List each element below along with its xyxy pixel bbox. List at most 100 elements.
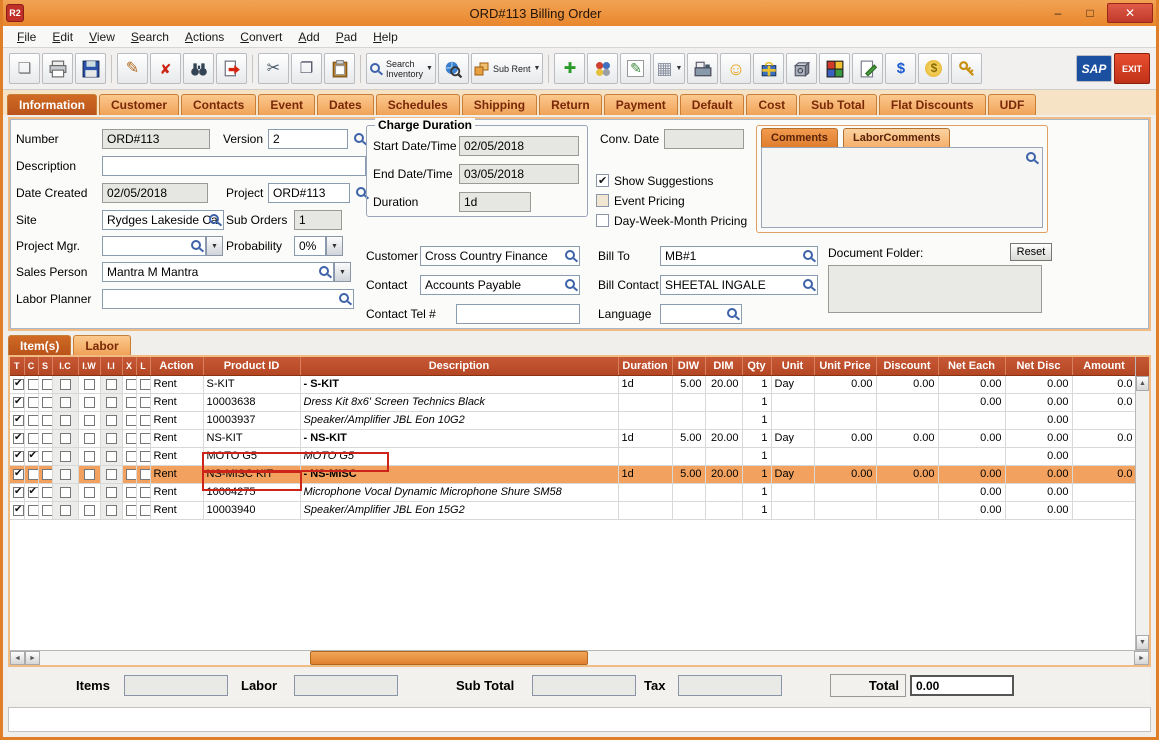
checkbox-x[interactable] <box>126 487 137 498</box>
tab-sub-total[interactable]: Sub Total <box>799 94 877 115</box>
checkbox-ii[interactable] <box>106 487 117 498</box>
cell-description[interactable]: Speaker/Amplifier JBL Eon 10G2 <box>300 411 618 429</box>
version-search-icon[interactable] <box>353 132 367 146</box>
tab-dates[interactable]: Dates <box>317 94 374 115</box>
cell-unit-price[interactable] <box>814 393 876 411</box>
cell-qty[interactable]: 1 <box>742 411 771 429</box>
checkbox-l[interactable] <box>140 487 151 498</box>
table-row[interactable]: RentMOTO G5MOTO G510.00 <box>10 447 1135 465</box>
cell-description[interactable]: Microphone Vocal Dynamic Microphone Shur… <box>300 483 618 501</box>
export-button[interactable] <box>216 53 247 84</box>
cell-description[interactable]: MOTO G5 <box>300 447 618 465</box>
cell-diw[interactable] <box>672 501 705 519</box>
checkbox-ii[interactable] <box>106 397 117 408</box>
cell-diw[interactable]: 5.00 <box>672 375 705 393</box>
col-product-id[interactable]: Product ID <box>203 357 300 375</box>
checkbox-ii[interactable] <box>106 415 117 426</box>
horizontal-scroll-track[interactable] <box>40 651 1134 665</box>
checkbox-x[interactable] <box>126 415 137 426</box>
exit-button[interactable]: EXIT <box>1114 53 1150 84</box>
scroll-up-button[interactable]: ▲ <box>1136 376 1149 391</box>
cell-amount[interactable]: 0.0 <box>1072 429 1135 447</box>
cell-net-each[interactable]: 0.00 <box>938 483 1005 501</box>
billing-button[interactable]: $ <box>885 53 916 84</box>
print-button[interactable] <box>42 53 73 84</box>
cell-qty[interactable]: 1 <box>742 483 771 501</box>
checkbox-c[interactable] <box>28 505 39 516</box>
save-button[interactable] <box>75 53 106 84</box>
cell-description[interactable]: Dress Kit 8x6' Screen Technics Black <box>300 393 618 411</box>
bill-contact-field[interactable]: SHEETAL INGALE <box>660 275 818 295</box>
col-l[interactable]: L <box>136 357 150 375</box>
cell-qty[interactable]: 1 <box>742 375 771 393</box>
cell-discount[interactable] <box>876 501 938 519</box>
tax-field[interactable] <box>678 675 782 696</box>
cell-action[interactable]: Rent <box>150 483 203 501</box>
cell-unit-price[interactable] <box>814 447 876 465</box>
cell-net-disc[interactable]: 0.00 <box>1005 393 1072 411</box>
checkbox-s[interactable] <box>42 451 53 462</box>
project-mgr-dropdown[interactable]: ▼ <box>206 236 223 256</box>
cell-diw[interactable] <box>672 393 705 411</box>
site-search-icon[interactable] <box>208 213 222 227</box>
comments-textarea[interactable] <box>761 147 1043 228</box>
customer-field[interactable]: Cross Country Finance <box>420 246 580 266</box>
checkbox-s[interactable] <box>42 505 53 516</box>
cell-qty[interactable]: 1 <box>742 429 771 447</box>
checkbox-c[interactable] <box>28 397 39 408</box>
col-net-disc[interactable]: Net Disc <box>1005 357 1072 375</box>
project-mgr-field[interactable] <box>102 236 206 256</box>
number-field[interactable]: ORD#113 <box>102 129 210 149</box>
tab-udf[interactable]: UDF <box>988 94 1037 115</box>
cell-product-id[interactable]: 10004275 <box>203 483 300 501</box>
checkbox-s[interactable] <box>42 379 53 390</box>
contact-tel-field[interactable] <box>456 304 580 324</box>
contact-search-icon[interactable] <box>564 278 578 292</box>
checkbox-ic[interactable] <box>60 505 71 516</box>
checkbox-c[interactable] <box>28 379 39 390</box>
start-date-field[interactable]: 02/05/2018 <box>459 136 579 156</box>
table-row[interactable]: RentNS-MISC KIT- NS-MISC1d5.0020.001Day0… <box>10 465 1135 483</box>
tab-default[interactable]: Default <box>680 94 745 115</box>
end-date-field[interactable]: 03/05/2018 <box>459 164 579 184</box>
cell-unit[interactable] <box>771 501 814 519</box>
tab-customer[interactable]: Customer <box>99 94 179 115</box>
checkbox-c[interactable] <box>28 469 39 480</box>
document-folder-box[interactable] <box>828 265 1042 313</box>
menu-convert[interactable]: Convert <box>232 30 290 44</box>
menu-edit[interactable]: Edit <box>44 30 81 44</box>
date-created-field[interactable]: 02/05/2018 <box>102 183 208 203</box>
scroll-down-button[interactable]: ▼ <box>1136 635 1149 650</box>
bill-contact-search-icon[interactable] <box>802 278 816 292</box>
cell-qty[interactable]: 1 <box>742 447 771 465</box>
chevron-down-icon[interactable]: ▼ <box>676 65 683 72</box>
cell-diw[interactable]: 5.00 <box>672 429 705 447</box>
cell-diw[interactable] <box>672 411 705 429</box>
col-s[interactable]: S <box>38 357 52 375</box>
checkbox-c[interactable] <box>28 433 39 444</box>
cell-action[interactable]: Rent <box>150 411 203 429</box>
feedback-button[interactable]: ☺ <box>720 53 751 84</box>
cell-action[interactable]: Rent <box>150 375 203 393</box>
checkbox-x[interactable] <box>126 433 137 444</box>
grid-view-button[interactable]: ▦▼ <box>653 53 685 84</box>
cell-product-id[interactable]: 10003638 <box>203 393 300 411</box>
table-row[interactable]: Rent10003937Speaker/Amplifier JBL Eon 10… <box>10 411 1135 429</box>
comments-search-icon[interactable] <box>1025 151 1039 165</box>
cell-dim[interactable]: 20.00 <box>705 465 742 483</box>
menu-file[interactable]: File <box>9 30 44 44</box>
cut-button[interactable]: ✂ <box>258 53 289 84</box>
sap-button[interactable]: SAP <box>1076 55 1112 82</box>
checkbox-t[interactable] <box>13 397 24 408</box>
description-field[interactable] <box>102 156 366 176</box>
cell-duration[interactable] <box>618 411 672 429</box>
safe-button[interactable] <box>786 53 817 84</box>
cell-discount[interactable] <box>876 393 938 411</box>
menu-pad[interactable]: Pad <box>328 30 365 44</box>
event-pricing-checkbox[interactable] <box>596 194 609 207</box>
menu-view[interactable]: View <box>81 30 123 44</box>
find-button[interactable] <box>183 53 214 84</box>
tab-event[interactable]: Event <box>258 94 315 115</box>
cell-duration[interactable] <box>618 393 672 411</box>
col-diw[interactable]: DIW <box>672 357 705 375</box>
